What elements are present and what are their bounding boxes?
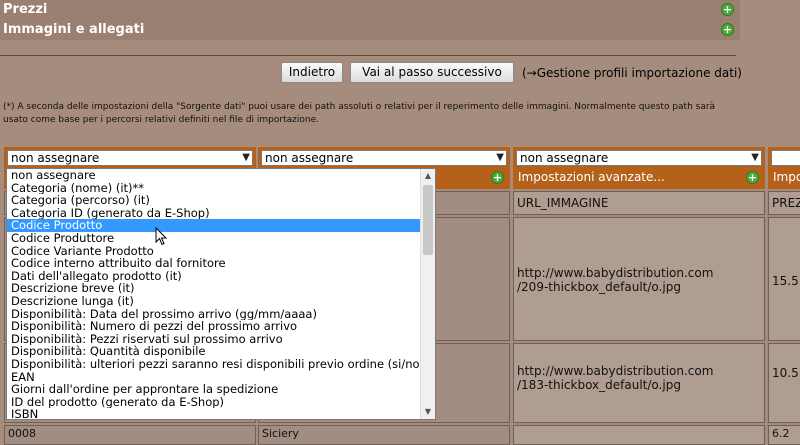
advanced-settings-link[interactable]: Impostazioni avanzate... + xyxy=(516,169,762,186)
dropdown-option[interactable]: EAN xyxy=(7,371,420,384)
next-step-button[interactable]: Vai al passo successivo xyxy=(350,62,514,83)
dropdown-option[interactable]: Disponibilità: Numero di pezzi del pross… xyxy=(7,320,420,333)
table-row: http://www.babydistribution.com /209-thi… xyxy=(513,217,765,341)
select-value: non assegnare xyxy=(520,151,609,165)
scroll-up-icon[interactable]: ▲ xyxy=(421,169,435,183)
table-header-cell: URL_IMMAGINE xyxy=(513,191,765,215)
mouse-cursor-icon xyxy=(155,227,168,246)
column-select-2[interactable]: non assegnare ▼ xyxy=(261,150,507,166)
image-url: http://www.babydistribution.com xyxy=(517,266,714,280)
dropdown-option[interactable]: Disponibilità: ulteriori pezzi saranno r… xyxy=(7,358,420,371)
add-plus-icon[interactable]: + xyxy=(491,171,504,184)
section-title: Immagini e allegati xyxy=(3,22,145,37)
column-header-4: Impo xyxy=(768,147,800,189)
image-url: http://www.babydistribution.com xyxy=(517,364,714,378)
dropdown-option[interactable]: Codice Variante Prodotto xyxy=(7,245,420,258)
table-header-cell: PREZ xyxy=(768,191,800,215)
dropdown-option[interactable]: Giorni dall'ordine per approntare la spe… xyxy=(7,383,420,396)
table-row: http://www.babydistribution.com /183-thi… xyxy=(513,343,765,423)
table-cell xyxy=(513,425,765,445)
chevron-down-icon: ▼ xyxy=(242,152,250,163)
table-cell: Siciery xyxy=(258,425,510,445)
profiles-link[interactable]: (→Gestione profili importazione dati) xyxy=(522,66,742,80)
section-prezzi[interactable]: Prezzi + xyxy=(0,0,740,20)
dropdown-option[interactable]: Codice interno attribuito dal fornitore xyxy=(7,257,420,270)
dropdown-option[interactable]: ID del prodotto (generato da E-Shop) xyxy=(7,396,420,409)
dropdown-option[interactable]: Categoria (percorso) (it) xyxy=(7,194,420,207)
scroll-thumb[interactable] xyxy=(423,185,433,255)
dropdown-option[interactable]: Descrizione lunga (it) xyxy=(7,295,420,308)
column-select-3[interactable]: non assegnare ▼ xyxy=(516,150,762,166)
column-select-dropdown[interactable]: non assegnare Categoria (nome) (it)** Cate… xyxy=(6,168,436,420)
column-select-4[interactable] xyxy=(771,150,800,166)
dropdown-option[interactable]: Categoria (nome) (it)** xyxy=(7,182,420,195)
scroll-down-icon[interactable]: ▼ xyxy=(421,405,435,419)
section-title: Prezzi xyxy=(3,2,48,17)
dropdown-option[interactable]: Dati dell'allegato prodotto (it) xyxy=(7,270,420,283)
add-plus-icon[interactable]: + xyxy=(746,171,759,184)
dropdown-scrollbar[interactable]: ▲ ▼ xyxy=(420,169,435,419)
select-value: non assegnare xyxy=(11,151,100,165)
dropdown-option[interactable]: Codice Produttore xyxy=(7,232,420,245)
back-button[interactable]: Indietro xyxy=(281,62,343,83)
price-cell: 15.5 xyxy=(768,217,800,341)
price-cell: 10.5 xyxy=(768,343,800,423)
section-immagini-allegati[interactable]: Immagini e allegati + xyxy=(0,20,740,40)
dropdown-options: non assegnare Categoria (nome) (it)** Cate… xyxy=(7,169,420,419)
chevron-down-icon: ▼ xyxy=(496,152,504,163)
dropdown-option[interactable]: non assegnare xyxy=(7,169,420,182)
dropdown-option[interactable]: Descrizione breve (it) xyxy=(7,282,420,295)
column-select-1[interactable]: non assegnare ▼ xyxy=(7,150,253,166)
divider xyxy=(0,55,736,56)
dropdown-option[interactable]: Disponibilità: Data del prossimo arrivo … xyxy=(7,308,420,321)
dropdown-option[interactable]: Codice Prodotto xyxy=(7,219,420,232)
table-cell: 0008 xyxy=(4,425,256,445)
dropdown-option[interactable]: ISBN xyxy=(7,408,420,419)
dropdown-option[interactable]: Categoria ID (generato da E-Shop) xyxy=(7,207,420,220)
column-header-3: non assegnare ▼ Impostazioni avanzate...… xyxy=(513,147,765,189)
price-cell: 6.2 xyxy=(768,425,800,445)
select-value: non assegnare xyxy=(265,151,354,165)
image-url: /183-thickbox_default/o.jpg xyxy=(517,378,681,392)
image-url: /209-thickbox_default/o.jpg xyxy=(517,280,681,294)
expand-plus-icon[interactable]: + xyxy=(721,3,734,16)
column-sub-4[interactable]: Impo xyxy=(771,169,800,186)
info-note: (*) A seconda delle impostazioni della "… xyxy=(3,102,716,125)
chevron-down-icon: ▼ xyxy=(751,152,759,163)
dropdown-option[interactable]: Disponibilità: Pezzi riservati sul pross… xyxy=(7,333,420,346)
expand-plus-icon[interactable]: + xyxy=(721,23,734,36)
dropdown-option[interactable]: Disponibilità: Quantità disponibile xyxy=(7,345,420,358)
